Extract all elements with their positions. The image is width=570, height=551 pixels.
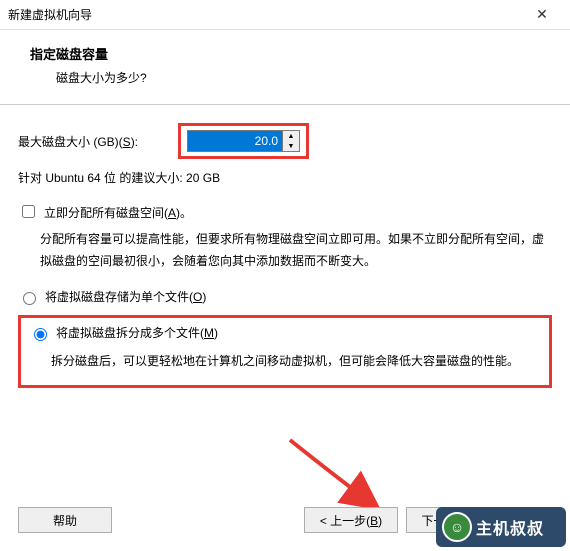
watermark-logo: ☺ 主机叔叔: [436, 507, 566, 547]
spin-up-button[interactable]: ▲: [283, 131, 299, 141]
allocate-row: 立即分配所有磁盘空间(A)。: [18, 204, 552, 221]
store-split-desc: 拆分磁盘后，可以更轻松地在计算机之间移动虚拟机，但可能会降低大容量磁盘的性能。: [51, 351, 541, 373]
store-split-highlight: 将虚拟磁盘拆分成多个文件(M) 拆分磁盘后，可以更轻松地在计算机之间移动虚拟机，…: [18, 315, 552, 388]
header-subtitle: 磁盘大小为多少?: [56, 69, 540, 86]
header-title: 指定磁盘容量: [30, 44, 540, 63]
window-title: 新建虚拟机向导: [8, 6, 522, 23]
logo-text: 主机叔叔: [476, 515, 544, 539]
allocate-checkbox[interactable]: [22, 205, 35, 218]
store-split-label[interactable]: 将虚拟磁盘拆分成多个文件(M): [56, 324, 218, 341]
store-single-label[interactable]: 将虚拟磁盘存储为单个文件(O): [45, 288, 206, 305]
spinner-buttons: ▲ ▼: [283, 130, 300, 152]
allocate-label[interactable]: 立即分配所有磁盘空间(A)。: [44, 204, 192, 221]
spin-down-button[interactable]: ▼: [283, 141, 299, 151]
disk-size-label: 最大磁盘大小 (GB)(S):: [18, 133, 178, 150]
wizard-header: 指定磁盘容量 磁盘大小为多少?: [0, 30, 570, 105]
disk-size-row: 最大磁盘大小 (GB)(S): ▲ ▼: [18, 123, 552, 159]
back-button[interactable]: < 上一步(B): [304, 507, 398, 533]
titlebar: 新建虚拟机向导 ✕: [0, 0, 570, 30]
allocate-desc: 分配所有容量可以提高性能，但要求所有物理磁盘空间立即可用。如果不立即分配所有空间…: [40, 229, 552, 272]
store-split-radio[interactable]: [34, 328, 47, 341]
store-single-radio[interactable]: [23, 292, 36, 305]
disk-size-highlight: ▲ ▼: [178, 123, 309, 159]
disk-size-input[interactable]: [187, 130, 283, 152]
content-area: 最大磁盘大小 (GB)(S): ▲ ▼ 针对 Ubuntu 64 位 的建议大小…: [0, 105, 570, 388]
recommend-text: 针对 Ubuntu 64 位 的建议大小: 20 GB: [18, 169, 552, 186]
help-button[interactable]: 帮助: [18, 507, 112, 533]
logo-avatar-icon: ☺: [442, 512, 472, 542]
store-split-row: 将虚拟磁盘拆分成多个文件(M): [29, 324, 541, 341]
store-single-row: 将虚拟磁盘存储为单个文件(O): [18, 288, 552, 305]
close-icon[interactable]: ✕: [522, 6, 562, 23]
